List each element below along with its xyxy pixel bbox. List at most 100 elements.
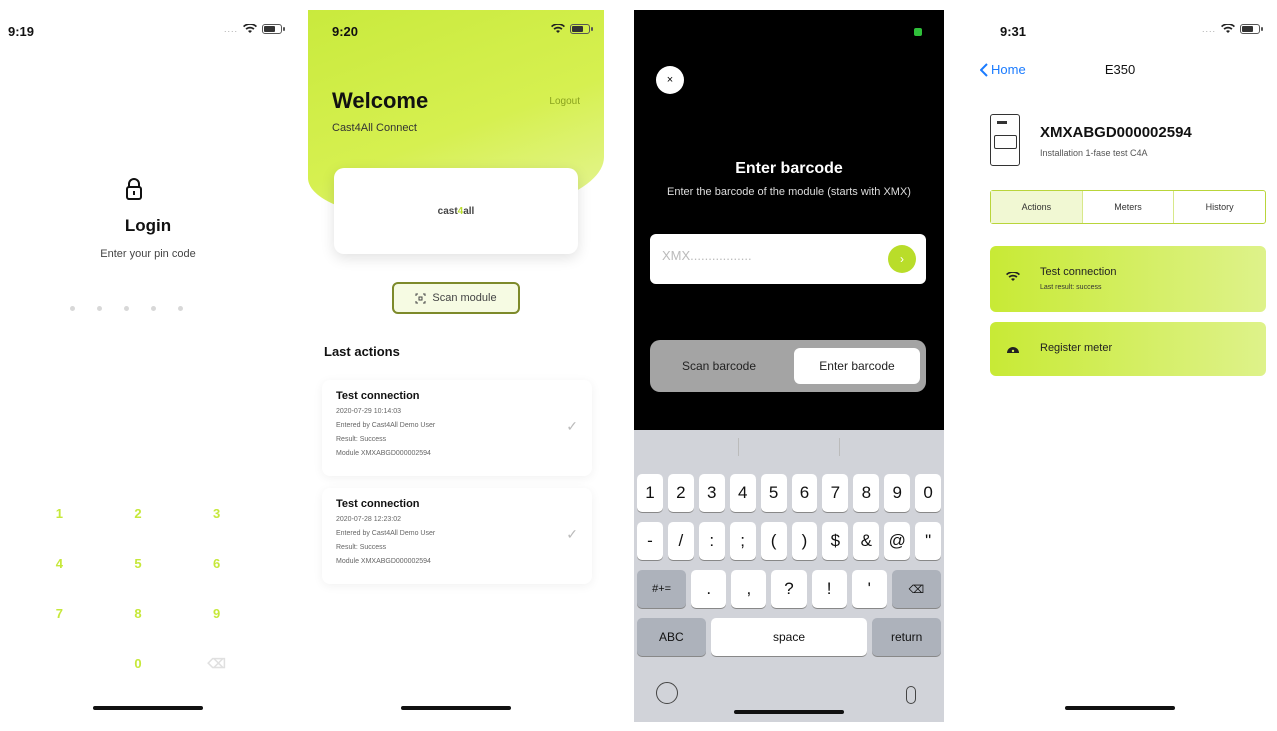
key-paren-close[interactable]: ) — [791, 522, 818, 560]
pin-dot — [124, 306, 129, 311]
register-meter-button[interactable]: Register meter — [990, 322, 1266, 376]
logout-link[interactable]: Logout — [549, 96, 580, 107]
microphone-icon[interactable] — [906, 686, 916, 704]
status-time: 9:31 — [1000, 24, 1027, 39]
key-colon[interactable]: : — [698, 522, 725, 560]
key-9[interactable]: 9 — [884, 474, 911, 512]
enter-barcode-screen: × Enter barcode Enter the barcode of the… — [634, 10, 944, 722]
tab-history[interactable]: History — [1174, 191, 1265, 223]
keypad-key-8[interactable]: 8 — [99, 606, 178, 628]
status-time: 9:20 — [332, 24, 359, 39]
delete-icon[interactable]: ⌫ — [891, 570, 941, 608]
meter-icon — [990, 114, 1020, 166]
tab-actions[interactable]: Actions — [991, 191, 1083, 223]
key-more-symbols[interactable]: #+= — [637, 570, 687, 608]
key-3[interactable]: 3 — [698, 474, 725, 512]
keypad-key-2[interactable]: 2 — [99, 506, 178, 528]
page-title: Welcome — [332, 88, 429, 113]
backspace-icon[interactable]: ⌫ — [177, 656, 256, 678]
close-button[interactable]: × — [656, 66, 684, 94]
back-button[interactable]: Home — [980, 62, 1026, 77]
keypad-key-1[interactable]: 1 — [20, 506, 99, 528]
scan-barcode-option[interactable]: Scan barcode — [656, 348, 782, 384]
key-space[interactable]: space — [710, 618, 868, 656]
section-title: Last actions — [324, 344, 400, 359]
action-module: Module XMXABGD000002594 — [336, 450, 431, 457]
action-result: Result: Success — [336, 436, 387, 443]
key-4[interactable]: 4 — [729, 474, 756, 512]
key-semicolon[interactable]: ; — [729, 522, 756, 560]
status-time: 9:19 — [8, 24, 35, 39]
key-8[interactable]: 8 — [853, 474, 880, 512]
key-comma[interactable]: , — [731, 570, 767, 608]
keypad-key-0[interactable]: 0 — [99, 656, 178, 678]
key-dash[interactable]: - — [637, 522, 663, 560]
barcode-field: › — [650, 234, 926, 284]
key-7[interactable]: 7 — [822, 474, 849, 512]
keypad-key-5[interactable]: 5 — [99, 556, 178, 578]
keyboard-row-bottom: ABC space return — [637, 618, 941, 656]
battery-icon — [570, 24, 593, 34]
page-title: Enter barcode — [735, 160, 843, 177]
keypad-key-3[interactable]: 3 — [177, 506, 256, 528]
home-indicator — [93, 706, 203, 710]
check-icon: ✓ — [566, 526, 578, 542]
key-period[interactable]: . — [691, 570, 727, 608]
wifi-icon — [243, 24, 257, 34]
key-apostrophe[interactable]: ' — [851, 570, 887, 608]
tab-meters[interactable]: Meters — [1083, 191, 1175, 223]
key-slash[interactable]: / — [667, 522, 694, 560]
keypad-key-7[interactable]: 7 — [20, 606, 99, 628]
pin-keypad: 1 2 3 4 5 6 7 8 9 0 ⌫ — [20, 506, 256, 678]
keyboard-row-punctuation: #+= . , ? ! ' ⌫ — [637, 570, 941, 608]
key-paren-open[interactable]: ( — [760, 522, 787, 560]
lock-icon — [126, 178, 142, 200]
pin-dot — [151, 306, 156, 311]
key-dollar[interactable]: $ — [822, 522, 849, 560]
device-detail-screen: 9:31 .... E350 Home XMXABGD000002594 Ins… — [970, 10, 1270, 722]
emoji-icon[interactable] — [656, 682, 678, 704]
key-1[interactable]: 1 — [637, 474, 663, 512]
key-exclamation[interactable]: ! — [811, 570, 847, 608]
key-ampersand[interactable]: & — [853, 522, 880, 560]
login-screen: 9:19 .... Login Enter your pin code 1 2 … — [0, 10, 296, 722]
key-question[interactable]: ? — [771, 570, 807, 608]
battery-icon — [914, 28, 922, 36]
pin-indicator — [70, 306, 183, 311]
action-card[interactable]: Test connection 2020-07-29 10:14:03 Ente… — [322, 380, 592, 476]
submit-button[interactable]: › — [888, 245, 916, 273]
keypad-key-9[interactable]: 9 — [177, 606, 256, 628]
key-6[interactable]: 6 — [791, 474, 818, 512]
test-connection-button[interactable]: Test connection Last result: success — [990, 246, 1266, 312]
key-5[interactable]: 5 — [760, 474, 787, 512]
keypad-empty — [20, 656, 99, 678]
check-icon: ✓ — [566, 418, 578, 434]
keyboard: 1 2 3 4 5 6 7 8 9 0 - / : ; ( ) $ & @ " … — [634, 430, 944, 722]
status-icons — [551, 24, 593, 34]
action-entered-by: Entered by Cast4All Demo User — [336, 422, 436, 429]
key-abc[interactable]: ABC — [637, 618, 706, 656]
tab-bar: Actions Meters History — [990, 190, 1266, 224]
page-title: Login — [124, 216, 172, 235]
mode-segmented-control: Scan barcode Enter barcode — [650, 340, 926, 392]
device-description: Installation 1-fase test C4A — [1040, 148, 1148, 158]
barcode-input[interactable] — [662, 248, 882, 263]
brand-card: cast4all — [334, 168, 578, 254]
action-title: Test connection — [336, 498, 420, 510]
key-quote[interactable]: " — [915, 522, 942, 560]
key-return[interactable]: return — [872, 618, 941, 656]
key-2[interactable]: 2 — [667, 474, 694, 512]
test-connection-label: Test connection — [1040, 266, 1117, 278]
scan-module-label: Scan module — [432, 292, 497, 304]
device-id: XMXABGD000002594 — [1040, 124, 1192, 141]
keyboard-suggestion-bar — [634, 430, 944, 464]
keypad-key-4[interactable]: 4 — [20, 556, 99, 578]
scan-module-button[interactable]: Scan module — [392, 282, 520, 314]
enter-barcode-option[interactable]: Enter barcode — [794, 348, 920, 384]
key-0[interactable]: 0 — [915, 474, 942, 512]
page-subtitle: Enter the barcode of the module (starts … — [667, 186, 911, 198]
key-at[interactable]: @ — [884, 522, 911, 560]
brand-logo: cast4all — [437, 205, 475, 217]
keypad-key-6[interactable]: 6 — [177, 556, 256, 578]
action-card[interactable]: Test connection 2020-07-28 12:23:02 Ente… — [322, 488, 592, 584]
